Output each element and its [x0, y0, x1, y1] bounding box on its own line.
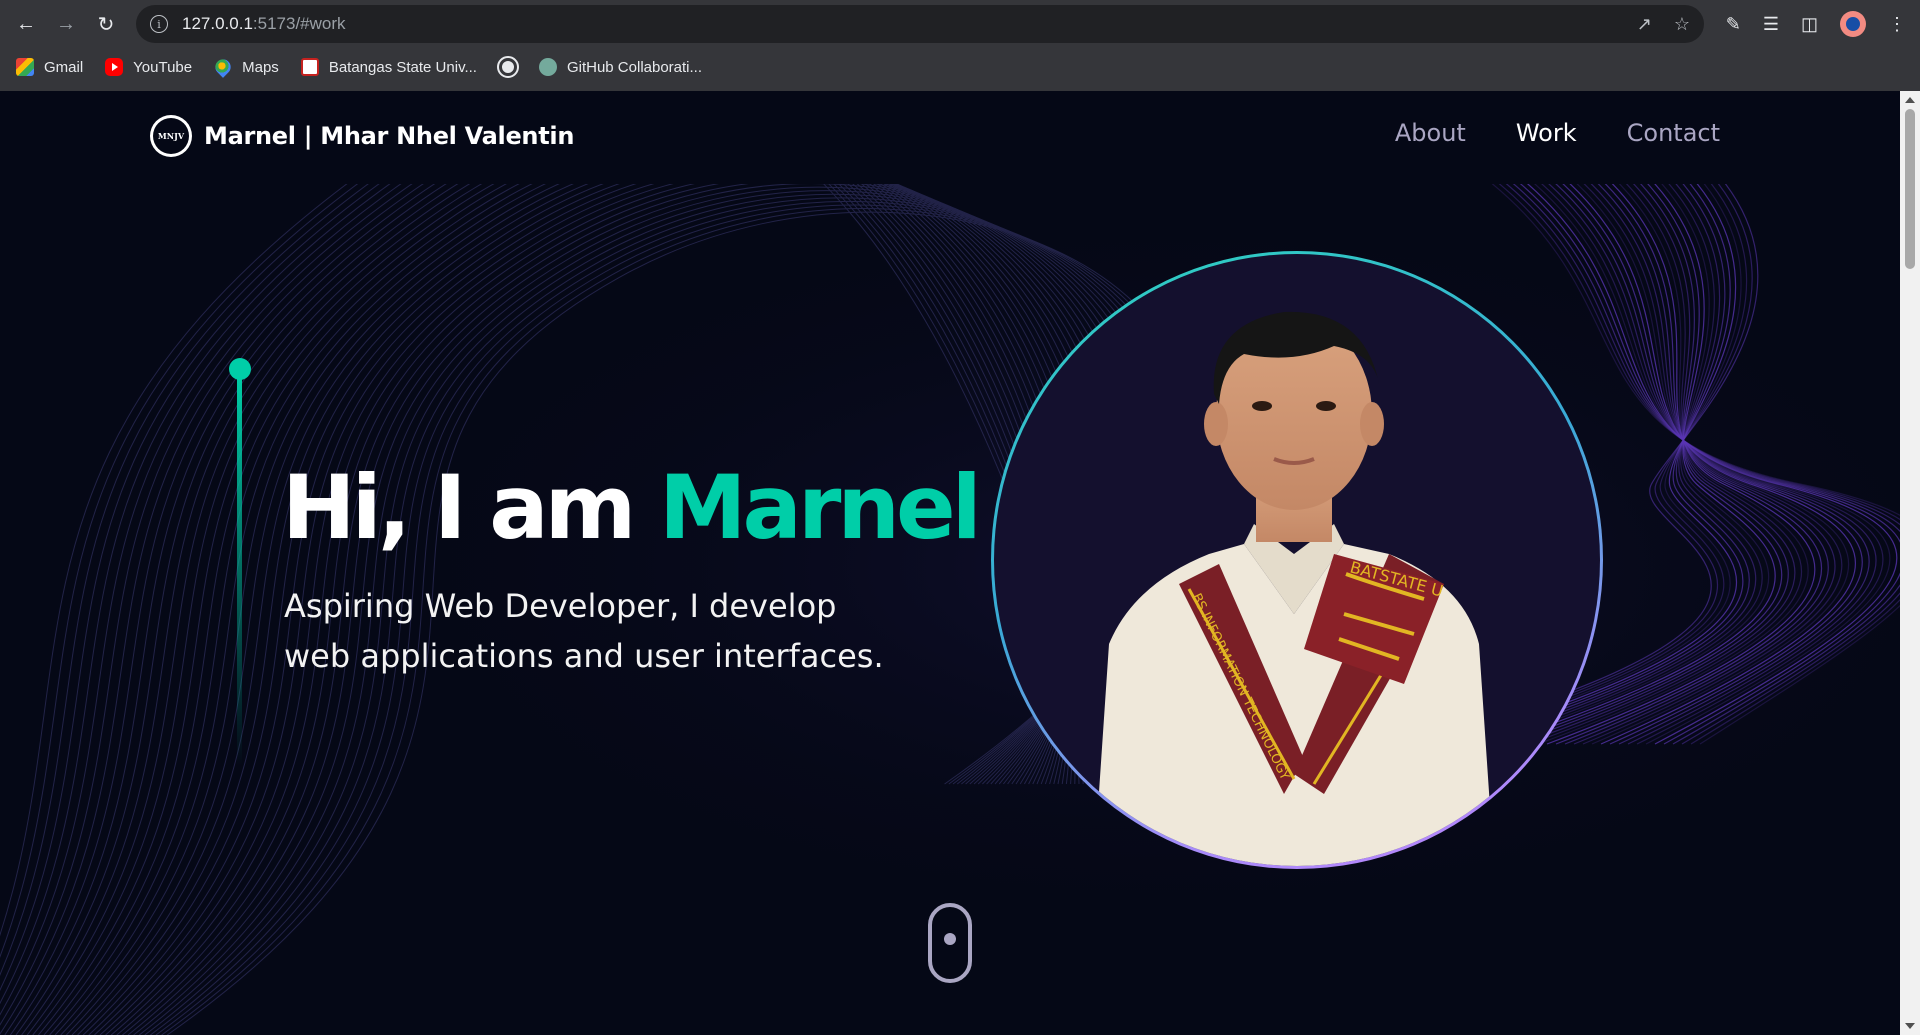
- hero-subtitle-line2: web applications and user interfaces.: [284, 637, 884, 675]
- maps-icon: [212, 56, 234, 78]
- hero-name: Marnel: [658, 456, 982, 559]
- scrollbar-thumb[interactable]: [1905, 109, 1915, 269]
- url-text[interactable]: 127.0.0.1:5173/#work: [182, 14, 346, 34]
- site-info-icon[interactable]: i: [150, 15, 168, 33]
- nav-about[interactable]: About: [1395, 119, 1466, 147]
- bookmark-label: YouTube: [133, 58, 193, 76]
- batangas-icon: [300, 58, 319, 76]
- bookmark-github-collab[interactable]: GitHub Collaborati...: [538, 58, 703, 76]
- gmail-icon: [16, 58, 34, 76]
- bookmark-batangas[interactable]: Batangas State Univ...: [300, 58, 477, 76]
- url-host: 127.0.0.1: [182, 14, 253, 33]
- reload-icon[interactable]: ↻: [86, 5, 126, 45]
- hero-timeline-line: [237, 376, 242, 766]
- profile-photo-frame: BATSTATE U BS INFORMATION TECHNOLOGY: [991, 251, 1603, 869]
- side-panel-icon[interactable]: ◫: [1801, 14, 1818, 35]
- forward-icon[interactable]: →: [46, 5, 86, 45]
- scroll-down-arrow[interactable]: [1905, 1023, 1915, 1029]
- share-icon[interactable]: ↗: [1637, 14, 1652, 35]
- brand-link[interactable]: MNJV Marnel | Mhar Nhel Valentin: [150, 115, 574, 157]
- menu-kebab-icon[interactable]: ⋮: [1888, 14, 1906, 35]
- media-control-icon[interactable]: ☰: [1763, 14, 1779, 35]
- bookmark-maps[interactable]: Maps: [212, 56, 279, 78]
- back-icon[interactable]: ←: [6, 5, 46, 45]
- profile-photo: BATSTATE U BS INFORMATION TECHNOLOGY: [994, 254, 1600, 866]
- bookmark-label: Maps: [242, 58, 279, 76]
- extensions-icon[interactable]: ✎: [1726, 14, 1741, 35]
- profile-avatar[interactable]: [1840, 11, 1866, 37]
- youtube-icon: [105, 58, 124, 76]
- hero-title: Hi, I am Marnel: [282, 456, 982, 559]
- portrait-illustration: BATSTATE U BS INFORMATION TECHNOLOGY: [1094, 311, 1494, 866]
- url-path: :5173/#work: [252, 14, 346, 33]
- hero-subtitle-line1: Aspiring Web Developer, I develop: [284, 587, 837, 625]
- scroll-down-indicator[interactable]: [928, 903, 972, 983]
- chatgpt-icon: [538, 58, 557, 76]
- browser-toolbar: ← → ↻ i 127.0.0.1:5173/#work ↗ ☆ ✎ ☰ ◫ ⋮: [0, 0, 1920, 49]
- bookmarks-bar: Gmail YouTube Maps Batangas State Univ..…: [0, 52, 1920, 82]
- hero-subtitle: Aspiring Web Developer, I develop web app…: [284, 581, 904, 681]
- bookmark-label: GitHub Collaborati...: [566, 58, 703, 76]
- nav-contact[interactable]: Contact: [1627, 119, 1720, 147]
- bookmark-youtube[interactable]: YouTube: [105, 58, 192, 76]
- browser-chrome: ← → ↻ i 127.0.0.1:5173/#work ↗ ☆ ✎ ☰ ◫ ⋮…: [0, 0, 1920, 91]
- logo-icon: MNJV: [150, 115, 192, 157]
- site-navbar: MNJV Marnel | Mhar Nhel Valentin About W…: [0, 91, 1900, 184]
- bookmark-star-icon[interactable]: ☆: [1674, 14, 1690, 35]
- page-scrollbar[interactable]: [1900, 91, 1920, 1035]
- bookmark-label: Gmail: [44, 58, 84, 76]
- nav-work[interactable]: Work: [1516, 119, 1577, 147]
- scroll-up-arrow[interactable]: [1905, 97, 1915, 103]
- bookmark-label: Batangas State Univ...: [328, 58, 477, 76]
- bookmark-globe[interactable]: [496, 56, 519, 78]
- brand-name: Marnel | Mhar Nhel Valentin: [204, 122, 575, 150]
- globe-icon: [496, 56, 519, 78]
- logo-text: MNJV: [153, 118, 189, 154]
- bookmark-gmail[interactable]: Gmail: [16, 58, 83, 76]
- portfolio-page: MNJV Marnel | Mhar Nhel Valentin About W…: [0, 91, 1900, 1035]
- address-bar[interactable]: i 127.0.0.1:5173/#work ↗ ☆: [136, 5, 1704, 43]
- hero-greeting: Hi, I am: [282, 456, 659, 559]
- nav-links: About Work Contact: [1395, 119, 1720, 147]
- scroll-indicator-dot: [944, 933, 956, 945]
